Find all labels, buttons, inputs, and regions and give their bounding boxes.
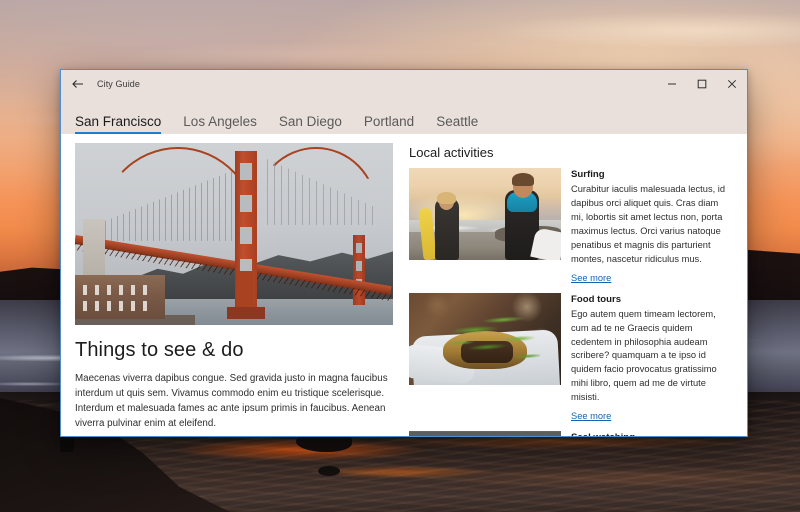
desktop-background: City Guide San Francisco Los Angeles San… (0, 0, 800, 512)
close-icon[interactable] (717, 70, 747, 98)
activity-thumbnail-surfing (409, 168, 561, 260)
activity-text: Surfing Curabitur iaculis malesuada lect… (571, 168, 733, 286)
maximize-icon[interactable] (687, 70, 717, 98)
wallpaper-rock (318, 466, 340, 476)
list-item[interactable]: Surfing Curabitur iaculis malesuada lect… (409, 168, 733, 293)
activity-title: Surfing (571, 169, 605, 180)
activity-thumbnail-seal-watching (409, 431, 561, 436)
city-tab-bar: San Francisco Los Angeles San Diego Port… (61, 98, 747, 134)
list-item[interactable]: Food tours Ego autem quem timeam lectore… (409, 292, 733, 432)
activity-text: Seal watching Quisque pharetra augue aug… (571, 431, 733, 436)
app-window: City Guide San Francisco Los Angeles San… (60, 69, 748, 437)
page-title: Things to see & do (75, 339, 244, 361)
app-title: City Guide (97, 79, 141, 89)
window-controls (657, 70, 747, 98)
tab-los-angeles[interactable]: Los Angeles (172, 114, 268, 135)
tab-portland[interactable]: Portland (353, 114, 425, 135)
back-arrow-icon[interactable] (61, 70, 95, 98)
activity-list: Surfing Curabitur iaculis malesuada lect… (409, 168, 733, 436)
window-content: Things to see & do Maecenas viverra dapi… (61, 134, 747, 436)
see-more-link[interactable]: See more (571, 273, 611, 283)
tab-san-diego[interactable]: San Diego (268, 114, 353, 135)
local-activities-heading: Local activities (409, 145, 494, 160)
minimize-icon[interactable] (657, 70, 687, 98)
tab-seattle[interactable]: Seattle (425, 114, 489, 135)
activity-body: Ego autem quem timeam lectorem, cum ad t… (571, 308, 717, 403)
activity-text: Food tours Ego autem quem timeam lectore… (571, 293, 733, 425)
tab-san-francisco[interactable]: San Francisco (75, 114, 172, 135)
activity-thumbnail-food-tours (409, 292, 561, 385)
activity-body: Curabitur iaculis malesuada lectus, id d… (571, 184, 725, 264)
main-content-column: Things to see & do Maecenas viverra dapi… (61, 143, 407, 436)
see-more-link[interactable]: See more (571, 411, 611, 421)
hero-image-golden-gate-bridge (75, 143, 393, 325)
body-paragraph-1: Maecenas viverra dapibus congue. Sed gra… (75, 373, 388, 429)
activity-title: Food tours (571, 293, 622, 305)
activity-title: Seal watching (571, 432, 733, 436)
list-item[interactable]: Seal watching Quisque pharetra augue aug… (409, 431, 733, 436)
title-bar: City Guide (61, 70, 747, 98)
local-activities-column: Local activities Surfing Curabitur iacul… (407, 143, 747, 436)
